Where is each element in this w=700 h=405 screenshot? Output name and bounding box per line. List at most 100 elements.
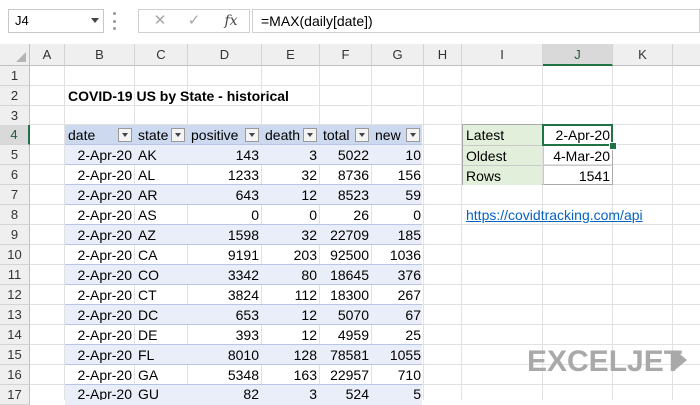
table-cell-death[interactable]: 12 [262, 325, 320, 345]
filter-dropdown-icon[interactable] [118, 128, 132, 142]
table-cell-positive[interactable]: 1598 [188, 225, 262, 245]
row-header-2[interactable]: 2 [0, 86, 30, 106]
row-header-8[interactable]: 8 [0, 205, 30, 225]
table-cell-date[interactable]: 2-Apr-20 [65, 145, 135, 165]
table-cell-total[interactable]: 22709 [320, 225, 372, 245]
api-link[interactable]: https://covidtracking.com/api [463, 205, 683, 225]
table-cell-positive[interactable]: 393 [188, 325, 262, 345]
table-cell-state[interactable]: CO [135, 265, 188, 285]
table-cell-date[interactable]: 2-Apr-20 [65, 205, 135, 225]
table-cell-new[interactable]: 5 [372, 385, 424, 400]
table-cell-death[interactable]: 3 [262, 385, 320, 400]
summary-label-oldest[interactable]: Oldest [463, 145, 542, 165]
table-cell-total[interactable]: 18645 [320, 265, 372, 285]
table-cell-date[interactable]: 2-Apr-20 [65, 225, 135, 245]
table-cell-positive[interactable]: 643 [188, 185, 262, 205]
insert-function-icon[interactable]: fx [219, 10, 243, 32]
row-header-13[interactable]: 13 [0, 305, 30, 325]
table-cell-state[interactable]: CA [135, 245, 188, 265]
fill-handle[interactable] [609, 142, 617, 150]
table-cell-state[interactable]: AS [135, 205, 188, 225]
column-header-b[interactable]: B [65, 44, 135, 66]
table-cell-death[interactable]: 128 [262, 345, 320, 365]
row-header-17[interactable]: 17 [0, 385, 30, 405]
table-cell-total[interactable]: 18300 [320, 285, 372, 305]
table-cell-new[interactable]: 710 [372, 365, 424, 385]
column-header-i[interactable]: I [462, 44, 543, 66]
table-cell-date[interactable]: 2-Apr-20 [65, 285, 135, 305]
chevron-down-icon[interactable] [91, 18, 99, 23]
table-cell-state[interactable]: AK [135, 145, 188, 165]
summary-label-rows[interactable]: Rows [463, 165, 542, 185]
table-cell-new[interactable]: 1036 [372, 245, 424, 265]
table-cell-new[interactable]: 185 [372, 225, 424, 245]
enter-icon[interactable]: ✓ [183, 10, 205, 32]
table-cell-total[interactable]: 8523 [320, 185, 372, 205]
table-cell-positive[interactable]: 3824 [188, 285, 262, 305]
table-cell-state[interactable]: GU [135, 385, 188, 400]
row-header-5[interactable]: 5 [0, 145, 30, 165]
table-cell-death[interactable]: 80 [262, 265, 320, 285]
table-cell-positive[interactable]: 1233 [188, 165, 262, 185]
table-cell-death[interactable]: 163 [262, 365, 320, 385]
table-cell-death[interactable]: 3 [262, 145, 320, 165]
table-cell-death[interactable]: 0 [262, 205, 320, 225]
row-header-14[interactable]: 14 [0, 325, 30, 345]
table-cell-total[interactable]: 524 [320, 385, 372, 400]
filter-dropdown-icon[interactable] [245, 128, 259, 142]
table-cell-total[interactable]: 5070 [320, 305, 372, 325]
table-cell-positive[interactable]: 3342 [188, 265, 262, 285]
table-cell-positive[interactable]: 5348 [188, 365, 262, 385]
table-cell-new[interactable]: 25 [372, 325, 424, 345]
table-cell-state[interactable]: CT [135, 285, 188, 305]
table-cell-death[interactable]: 32 [262, 165, 320, 185]
table-cell-total[interactable]: 4959 [320, 325, 372, 345]
row-header-3[interactable]: 3 [0, 106, 30, 126]
row-header-9[interactable]: 9 [0, 225, 30, 245]
table-cell-date[interactable]: 2-Apr-20 [65, 185, 135, 205]
table-cell-new[interactable]: 10 [372, 145, 424, 165]
table-cell-state[interactable]: DC [135, 305, 188, 325]
row-header-4[interactable]: 4 [0, 125, 30, 145]
table-cell-positive[interactable]: 653 [188, 305, 262, 325]
select-all-button[interactable] [0, 44, 30, 66]
column-header-h[interactable]: H [424, 44, 462, 66]
table-cell-positive[interactable]: 8010 [188, 345, 262, 365]
table-cell-new[interactable]: 267 [372, 285, 424, 305]
table-cell-new[interactable]: 59 [372, 185, 424, 205]
table-cell-date[interactable]: 2-Apr-20 [65, 305, 135, 325]
table-cell-total[interactable]: 92500 [320, 245, 372, 265]
table-cell-state[interactable]: AL [135, 165, 188, 185]
filter-dropdown-icon[interactable] [171, 128, 185, 142]
row-header-10[interactable]: 10 [0, 245, 30, 265]
table-cell-death[interactable]: 203 [262, 245, 320, 265]
summary-label-latest[interactable]: Latest [463, 125, 542, 145]
row-header-6[interactable]: 6 [0, 165, 30, 185]
table-cell-state[interactable]: DE [135, 325, 188, 345]
table-cell-total[interactable]: 8736 [320, 165, 372, 185]
row-header-1[interactable]: 1 [0, 66, 30, 86]
column-header-a[interactable]: A [30, 44, 65, 66]
table-cell-total[interactable]: 22957 [320, 365, 372, 385]
table-cell-state[interactable]: FL [135, 345, 188, 365]
table-cell-date[interactable]: 2-Apr-20 [65, 165, 135, 185]
name-box[interactable]: J4 [8, 9, 104, 33]
table-cell-new[interactable]: 1055 [372, 345, 424, 365]
row-header-15[interactable]: 15 [0, 345, 30, 365]
table-cell-date[interactable]: 2-Apr-20 [65, 245, 135, 265]
table-cell-total[interactable]: 78581 [320, 345, 372, 365]
table-cell-positive[interactable]: 0 [188, 205, 262, 225]
table-cell-new[interactable]: 0 [372, 205, 424, 225]
cancel-icon[interactable]: ✕ [149, 10, 171, 32]
sheet-title[interactable]: COVID-19 US by State - historical [65, 86, 365, 106]
table-cell-death[interactable]: 12 [262, 185, 320, 205]
row-header-11[interactable]: 11 [0, 265, 30, 285]
table-cell-new[interactable]: 376 [372, 265, 424, 285]
table-cell-state[interactable]: GA [135, 365, 188, 385]
column-header-d[interactable]: D [188, 44, 262, 66]
table-cell-date[interactable]: 2-Apr-20 [65, 385, 135, 400]
table-cell-death[interactable]: 112 [262, 285, 320, 305]
table-cell-positive[interactable]: 143 [188, 145, 262, 165]
table-cell-total[interactable]: 5022 [320, 145, 372, 165]
filter-dropdown-icon[interactable] [406, 128, 420, 142]
